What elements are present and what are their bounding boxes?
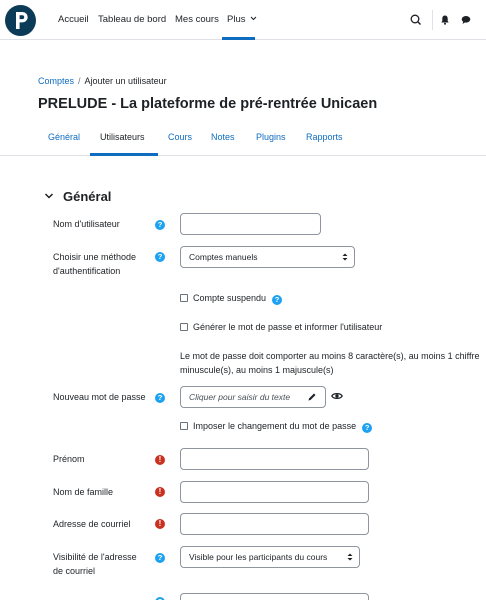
email-visibility-select[interactable]: Visible pour les participants du cours bbox=[180, 546, 360, 568]
email-visibility-label: Visibilité de l'adresse de courriel bbox=[53, 552, 137, 576]
suspended-checkbox[interactable] bbox=[180, 294, 188, 302]
tab-cours[interactable]: Cours bbox=[168, 132, 192, 142]
select-arrows-icon bbox=[347, 553, 353, 561]
password-rules-line-2: minuscule(s), au moins 1 majuscule(s) bbox=[180, 365, 334, 375]
section-title: Général bbox=[63, 189, 112, 204]
password-rules-line-1: Le mot de passe doit comporter au moins … bbox=[180, 351, 480, 361]
generate-password-label: Générer le mot de passe et informer l'ut… bbox=[193, 322, 383, 332]
breadcrumb-current: Ajouter un utilisateur bbox=[84, 76, 167, 86]
bell-icon[interactable] bbox=[438, 13, 452, 27]
select-arrows-icon bbox=[342, 253, 348, 261]
tab-plugins[interactable]: Plugins bbox=[256, 132, 286, 142]
section-collapse-chevron-icon[interactable] bbox=[44, 191, 54, 201]
nav-active-indicator bbox=[222, 37, 255, 40]
firstname-input[interactable] bbox=[180, 448, 369, 470]
breadcrumb-comptes[interactable]: Comptes bbox=[38, 76, 74, 86]
username-input[interactable] bbox=[180, 213, 321, 235]
required-icon: ! bbox=[155, 487, 165, 497]
email-label: Adresse de courriel bbox=[53, 519, 131, 529]
firstname-label: Prénom bbox=[53, 454, 85, 464]
active-tab-indicator bbox=[90, 153, 158, 156]
auth-method-select[interactable]: Comptes manuels bbox=[180, 246, 355, 268]
nav-link-plus[interactable]: Plus bbox=[227, 14, 257, 25]
pencil-icon bbox=[308, 393, 316, 401]
search-icon[interactable] bbox=[409, 13, 423, 27]
generate-password-checkbox[interactable] bbox=[180, 323, 188, 331]
top-navbar: Accueil Tableau de bord Mes cours Plus bbox=[0, 0, 486, 40]
eye-icon[interactable] bbox=[331, 391, 343, 401]
new-password-placeholder: Cliquer pour saisir du texte bbox=[189, 392, 291, 402]
admin-tabs: Général Utilisateurs Cours Notes Plugins… bbox=[0, 120, 486, 156]
email-visibility-value: Visible pour les participants du cours bbox=[189, 552, 328, 562]
logo-p-icon bbox=[16, 12, 28, 29]
help-icon[interactable]: ? bbox=[155, 553, 165, 563]
tab-rapports[interactable]: Rapports bbox=[306, 132, 343, 142]
new-password-field[interactable]: Cliquer pour saisir du texte bbox=[180, 386, 326, 408]
username-label: Nom d'utilisateur bbox=[53, 219, 120, 229]
help-icon[interactable]: ? bbox=[155, 393, 165, 403]
nav-link-mes-cours[interactable]: Mes cours bbox=[175, 14, 219, 25]
force-password-change-label: Imposer le changement du mot de passe bbox=[193, 421, 357, 431]
nav-link-tableau-de-bord[interactable]: Tableau de bord bbox=[98, 14, 166, 25]
suspended-label: Compte suspendu bbox=[193, 293, 267, 303]
chat-bubble-icon[interactable] bbox=[459, 13, 473, 27]
breadcrumb: Comptes / Ajouter un utilisateur bbox=[38, 76, 167, 86]
nav-divider bbox=[432, 10, 433, 30]
new-password-label: Nouveau mot de passe bbox=[53, 392, 146, 402]
page-title: PRELUDE - La plateforme de pré-rentrée U… bbox=[38, 96, 378, 112]
tab-notes[interactable]: Notes bbox=[211, 132, 235, 142]
force-password-change-checkbox[interactable] bbox=[180, 422, 188, 430]
force-password-change-row: Imposer le changement du mot de passe? bbox=[180, 420, 373, 433]
site-logo[interactable] bbox=[5, 5, 36, 36]
nav-link-accueil[interactable]: Accueil bbox=[58, 14, 89, 25]
lastname-input[interactable] bbox=[180, 481, 369, 503]
chevron-down-icon bbox=[250, 16, 257, 21]
tab-general[interactable]: Général bbox=[48, 132, 80, 142]
breadcrumb-separator: / bbox=[78, 76, 81, 86]
required-icon: ! bbox=[155, 455, 165, 465]
help-icon[interactable]: ? bbox=[272, 295, 283, 305]
email-input[interactable] bbox=[180, 513, 369, 535]
help-icon[interactable]: ? bbox=[155, 220, 165, 230]
help-icon[interactable]: ? bbox=[155, 252, 165, 262]
auth-method-value: Comptes manuels bbox=[189, 252, 258, 262]
generate-password-row: Générer le mot de passe et informer l'ut… bbox=[180, 321, 382, 333]
password-rules-note: Le mot de passe doit comporter au moins … bbox=[180, 349, 479, 377]
required-icon: ! bbox=[155, 519, 165, 529]
suspended-row: Compte suspendu? bbox=[180, 292, 283, 305]
tab-utilisateurs[interactable]: Utilisateurs bbox=[100, 132, 145, 142]
lastname-label: Nom de famille bbox=[53, 487, 114, 497]
auth-method-label: Choisir une méthode d'authentification bbox=[53, 252, 137, 276]
help-icon[interactable]: ? bbox=[362, 423, 373, 433]
next-field-input[interactable] bbox=[180, 593, 369, 600]
nav-link-plus-label: Plus bbox=[227, 14, 246, 25]
